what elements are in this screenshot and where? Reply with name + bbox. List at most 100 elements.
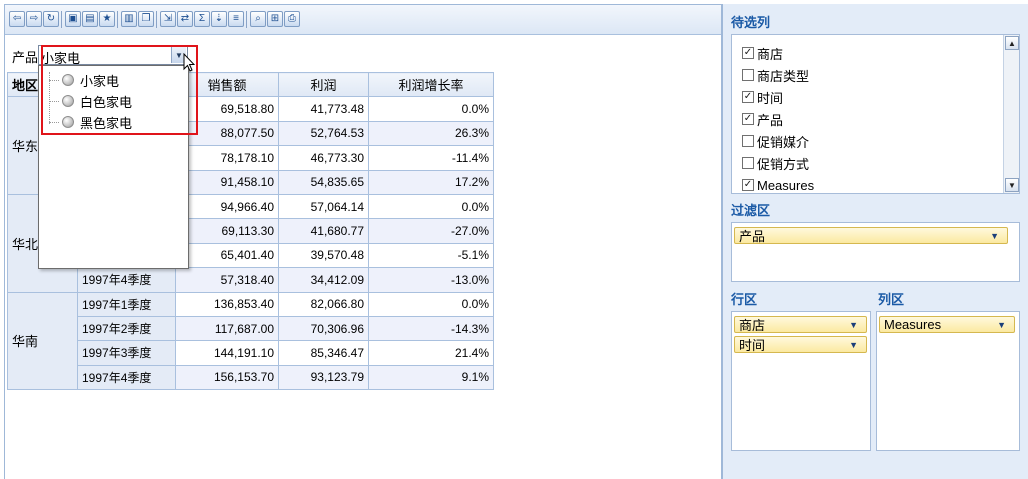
profit-cell: 57,064.14 bbox=[278, 193, 369, 220]
row-chip-store[interactable]: 商店 ▼ bbox=[734, 316, 867, 333]
sales-cell: 91,458.10 bbox=[175, 169, 279, 195]
field-item[interactable]: 商店类型 bbox=[742, 65, 809, 85]
dropdown-option-small-appliance[interactable]: 小家电 bbox=[49, 70, 119, 90]
dropdown-option-label: 黑色家电 bbox=[80, 115, 133, 131]
checkbox-checked[interactable]: ✓ bbox=[742, 179, 754, 191]
pivot-col-header-sales[interactable]: 销售额 bbox=[175, 71, 279, 98]
checkbox-checked[interactable]: ✓ bbox=[742, 113, 754, 125]
chip-label: 时间 bbox=[739, 338, 766, 353]
filter-zone[interactable]: 产品 ▼ bbox=[731, 222, 1020, 282]
time-cell[interactable]: 1997年3季度 bbox=[77, 340, 176, 366]
chart-icon[interactable]: ▥ bbox=[121, 11, 137, 27]
field-item[interactable]: ✓ 产品 bbox=[742, 109, 783, 129]
product-filter-select[interactable]: 小家电 ▼ bbox=[38, 45, 188, 66]
export-icon[interactable]: ⇲ bbox=[160, 11, 176, 27]
column-chip-measures[interactable]: Measures ▼ bbox=[879, 316, 1015, 333]
field-panel: 待选列 ✓ 商店 商店类型 ✓ 时间 ✓ 产品 促销媒介 促销方式 ✓ Measures ▲ ▼ 过… bbox=[722, 4, 1028, 479]
row-zone[interactable]: 商店 ▼ 时间 ▼ bbox=[731, 311, 871, 451]
checkbox-unchecked[interactable] bbox=[742, 69, 754, 81]
column-zone[interactable]: Measures ▼ bbox=[876, 311, 1020, 451]
forward-icon[interactable]: ⇨ bbox=[26, 11, 42, 27]
field-item[interactable]: 促销方式 bbox=[742, 153, 809, 173]
table-row: 1997年3季度 144,191.10 85,346.47 21.4% bbox=[8, 340, 494, 366]
field-label: 产品 bbox=[757, 112, 784, 128]
print-icon[interactable]: ⎙ bbox=[284, 11, 300, 27]
back-icon[interactable]: ⇦ bbox=[9, 11, 25, 27]
profit-cell: 39,570.48 bbox=[278, 242, 369, 269]
pivot-col-header-growth[interactable]: 利润增长率 bbox=[368, 71, 494, 98]
dropdown-option-white-appliance[interactable]: 白色家电 bbox=[49, 91, 132, 111]
profit-cell: 85,346.47 bbox=[278, 340, 369, 366]
sales-cell: 88,077.50 bbox=[175, 120, 279, 147]
copy-icon[interactable]: ❐ bbox=[138, 11, 154, 27]
chip-label: Measures bbox=[884, 317, 942, 332]
toolbar-separator bbox=[117, 11, 118, 28]
growth-cell: 0.0% bbox=[368, 193, 494, 220]
available-fields-title: 待选列 bbox=[731, 15, 771, 30]
time-cell[interactable]: 1997年2季度 bbox=[77, 315, 176, 342]
dropdown-option-black-appliance[interactable]: 黑色家电 bbox=[49, 112, 132, 132]
row-chip-time[interactable]: 时间 ▼ bbox=[734, 336, 867, 353]
refresh-icon[interactable]: ↻ bbox=[43, 11, 59, 27]
pivot-col-header-profit[interactable]: 利润 bbox=[278, 71, 369, 98]
checkbox-unchecked[interactable] bbox=[742, 135, 754, 147]
table-row: 华南 1997年1季度 136,853.40 82,066.80 0.0% bbox=[7, 291, 494, 391]
field-label: Measures bbox=[757, 177, 815, 193]
checkbox-unchecked[interactable] bbox=[742, 157, 754, 169]
checkbox-checked[interactable]: ✓ bbox=[742, 91, 754, 103]
field-item[interactable]: ✓ Measures bbox=[742, 175, 814, 195]
growth-cell: 21.4% bbox=[368, 340, 494, 366]
growth-cell: 9.1% bbox=[368, 364, 494, 391]
filter-dropdown-list: 小家电 白色家电 黑色家电 bbox=[38, 65, 189, 269]
format-icon[interactable]: ≡ bbox=[228, 11, 244, 27]
field-item[interactable]: ✓ 商店 bbox=[742, 43, 783, 63]
save-icon[interactable]: ▣ bbox=[65, 11, 81, 27]
time-cell[interactable]: 1997年4季度 bbox=[77, 364, 176, 391]
chevron-down-icon[interactable]: ▼ bbox=[849, 320, 858, 330]
save-as-icon[interactable]: ▤ bbox=[82, 11, 98, 27]
cube-icon bbox=[62, 74, 74, 86]
drill-icon[interactable]: ⇣ bbox=[211, 11, 227, 27]
toolbar: ⇦ ⇨ ↻ ▣ ▤ ★ ▥ ❐ ⇲ ⇄ Σ ⇣ ≡ ⌕ ⊞ ⎙ bbox=[5, 5, 721, 35]
fields-scrollbar[interactable]: ▲ ▼ bbox=[1003, 35, 1019, 193]
time-cell[interactable]: 1997年1季度 bbox=[77, 291, 176, 317]
chevron-down-icon[interactable]: ▼ bbox=[997, 320, 1006, 330]
growth-cell: -27.0% bbox=[368, 218, 494, 244]
profit-cell: 54,835.65 bbox=[278, 169, 369, 195]
region-cell[interactable]: 华南 bbox=[7, 291, 78, 391]
sales-cell: 69,518.80 bbox=[175, 96, 279, 122]
field-label: 时间 bbox=[757, 90, 784, 106]
profit-cell: 93,123.79 bbox=[278, 364, 369, 391]
profit-cell: 41,773.48 bbox=[278, 96, 369, 122]
row-zone-title: 行区 bbox=[731, 292, 758, 307]
chevron-down-icon[interactable]: ▼ bbox=[849, 340, 858, 350]
growth-cell: -11.4% bbox=[368, 145, 494, 171]
profit-cell: 82,066.80 bbox=[278, 291, 369, 317]
swap-axes-icon[interactable]: ⇄ bbox=[177, 11, 193, 27]
chip-label: 商店 bbox=[739, 318, 766, 333]
sales-cell: 117,687.00 bbox=[175, 315, 279, 342]
time-cell[interactable]: 1997年4季度 bbox=[77, 267, 176, 293]
mouse-cursor-icon bbox=[183, 53, 195, 72]
growth-cell: 0.0% bbox=[368, 291, 494, 317]
growth-cell: 17.2% bbox=[368, 169, 494, 195]
sum-icon[interactable]: Σ bbox=[194, 11, 210, 27]
available-fields-list: ✓ 商店 商店类型 ✓ 时间 ✓ 产品 促销媒介 促销方式 ✓ Measures ▲ ▼ bbox=[731, 34, 1020, 194]
checkbox-checked[interactable]: ✓ bbox=[742, 47, 754, 59]
filter-chip-product[interactable]: 产品 ▼ bbox=[734, 227, 1008, 244]
field-item[interactable]: 促销媒介 bbox=[742, 131, 809, 151]
growth-cell: -13.0% bbox=[368, 267, 494, 293]
scroll-up-icon[interactable]: ▲ bbox=[1005, 36, 1019, 50]
chevron-down-icon[interactable]: ▼ bbox=[990, 231, 999, 241]
excel-export-icon[interactable]: ⊞ bbox=[267, 11, 283, 27]
field-item[interactable]: ✓ 时间 bbox=[742, 87, 783, 107]
cube-icon bbox=[62, 116, 74, 128]
sales-cell: 65,401.40 bbox=[175, 242, 279, 269]
zoom-icon[interactable]: ⌕ bbox=[250, 11, 266, 27]
toolbar-separator bbox=[61, 11, 62, 28]
growth-cell: 0.0% bbox=[368, 96, 494, 122]
scroll-down-icon[interactable]: ▼ bbox=[1005, 178, 1019, 192]
dropdown-option-label: 白色家电 bbox=[80, 94, 133, 110]
growth-cell: -14.3% bbox=[368, 315, 494, 342]
favorite-star-icon[interactable]: ★ bbox=[99, 11, 115, 27]
